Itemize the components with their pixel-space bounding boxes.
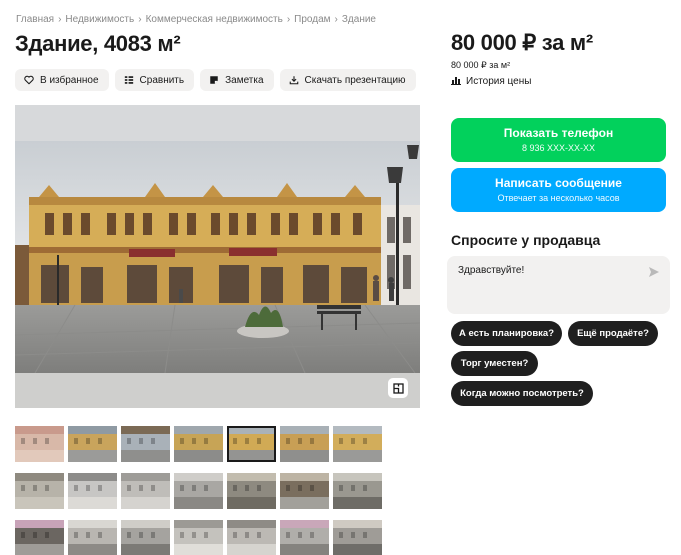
photo-thumbnail[interactable] xyxy=(333,426,382,462)
thumbnail-image xyxy=(333,426,382,462)
chart-icon xyxy=(451,75,461,88)
breadcrumb-item[interactable]: Здание xyxy=(342,14,376,25)
compare-label: Сравнить xyxy=(139,74,185,86)
photo-thumbnail[interactable] xyxy=(227,520,276,555)
note-button[interactable]: Заметка xyxy=(200,69,274,91)
download-label: Скачать презентацию xyxy=(304,74,406,86)
photo-thumbnail[interactable] xyxy=(174,473,223,509)
price: 80 000 ₽ за м² xyxy=(451,30,593,55)
breadcrumb-separator: › xyxy=(286,14,291,25)
photo-thumbnail[interactable] xyxy=(68,520,117,555)
thumbnail-image xyxy=(15,426,64,462)
thumbnail-image xyxy=(121,426,170,462)
show-phone-button[interactable]: Показать телефон 8 936 XXX-XX-XX xyxy=(451,118,666,162)
breadcrumb-item[interactable]: Недвижимость xyxy=(65,14,134,25)
thumbnail-image xyxy=(280,520,329,555)
thumbnail-image xyxy=(15,520,64,555)
page-title: Здание, 4083 м² xyxy=(15,31,181,56)
send-icon[interactable] xyxy=(648,265,660,277)
breadcrumb-separator: › xyxy=(138,14,142,25)
thumbnail-image xyxy=(121,473,170,509)
response-time: Отвечает за несколько часов xyxy=(497,193,620,203)
thumbnail-image xyxy=(15,473,64,509)
price-history-link[interactable]: История цены xyxy=(451,75,531,88)
compare-button[interactable]: Сравнить xyxy=(114,69,195,91)
quick-question-chip[interactable]: А есть планировка? xyxy=(451,321,562,346)
thumbnail-image xyxy=(174,520,223,555)
write-message-label: Написать сообщение xyxy=(495,176,622,190)
photo-thumbnail[interactable] xyxy=(174,426,223,462)
thumbnail-image xyxy=(68,426,117,462)
action-bar: В избранное Сравнить Заметка Скачать пре… xyxy=(15,69,416,91)
thumbnail-image xyxy=(280,473,329,509)
quick-question-chip[interactable]: Торг уместен? xyxy=(451,351,538,376)
photo-thumbnail[interactable] xyxy=(121,520,170,555)
main-photo[interactable] xyxy=(15,105,420,408)
breadcrumb-separator: › xyxy=(334,14,338,25)
message-input-value: Здравствуйте! xyxy=(458,265,525,276)
photo-thumbnail[interactable] xyxy=(280,473,329,509)
photo-thumbnail[interactable] xyxy=(15,426,64,462)
photo-thumbnails xyxy=(15,426,382,555)
photo-thumbnail[interactable] xyxy=(227,473,276,509)
show-phone-label: Показать телефон xyxy=(503,126,614,140)
photo-thumbnail[interactable] xyxy=(280,426,329,462)
note-label: Заметка xyxy=(225,74,264,86)
photo-thumbnail[interactable] xyxy=(15,473,64,509)
photo-thumbnail[interactable] xyxy=(333,520,382,555)
price-per-meter: 80 000 ₽ за м² xyxy=(451,60,511,70)
write-message-button[interactable]: Написать сообщение Отвечает за несколько… xyxy=(451,168,666,212)
thumbnail-image xyxy=(174,473,223,509)
photo-thumbnail[interactable] xyxy=(121,473,170,509)
thumbnail-image xyxy=(333,520,382,555)
photo-thumbnail[interactable] xyxy=(68,473,117,509)
photo-thumbnail[interactable] xyxy=(174,520,223,555)
phone-number-masked: 8 936 XXX-XX-XX xyxy=(521,143,596,153)
compare-icon xyxy=(124,75,134,85)
thumbnail-image xyxy=(68,520,117,555)
photo-thumbnail[interactable] xyxy=(15,520,64,555)
thumbnail-image xyxy=(174,426,223,462)
heart-icon xyxy=(24,75,34,85)
favorite-label: В избранное xyxy=(40,74,99,86)
quick-question-chip[interactable]: Ещё продаёте? xyxy=(568,321,658,346)
thumbnail-image xyxy=(227,473,276,509)
thumbnail-image xyxy=(333,473,382,509)
breadcrumb-item[interactable]: Коммерческая недвижимость xyxy=(146,14,283,25)
floor-plan-button[interactable] xyxy=(388,378,408,398)
breadcrumb-item[interactable]: Главная xyxy=(16,14,54,25)
download-presentation-button[interactable]: Скачать презентацию xyxy=(279,69,416,91)
message-input[interactable]: Здравствуйте! xyxy=(447,256,670,314)
price-history-label: История цены xyxy=(466,76,532,87)
photo-thumbnail[interactable] xyxy=(121,426,170,462)
photo-thumbnail[interactable] xyxy=(68,426,117,462)
favorite-button[interactable]: В избранное xyxy=(15,69,109,91)
photo-thumbnail[interactable] xyxy=(280,520,329,555)
building-photo-image xyxy=(15,105,420,408)
thumbnail-image xyxy=(227,426,276,462)
floor-plan-icon xyxy=(392,382,404,394)
breadcrumb: Главная › Недвижимость › Коммерческая недвиж… xyxy=(16,14,376,25)
thumbnail-image xyxy=(227,520,276,555)
quick-question-chip[interactable]: Когда можно посмотреть? xyxy=(451,381,593,406)
thumbnail-image xyxy=(121,520,170,555)
download-icon xyxy=(289,75,299,85)
note-icon xyxy=(209,75,219,85)
photo-thumbnail[interactable] xyxy=(227,426,276,462)
thumbnail-image xyxy=(280,426,329,462)
breadcrumb-item[interactable]: Продам xyxy=(294,14,330,25)
breadcrumb-separator: › xyxy=(58,14,62,25)
photo-thumbnail[interactable] xyxy=(333,473,382,509)
thumbnail-image xyxy=(68,473,117,509)
ask-seller-title: Спросите у продавца xyxy=(451,232,601,248)
